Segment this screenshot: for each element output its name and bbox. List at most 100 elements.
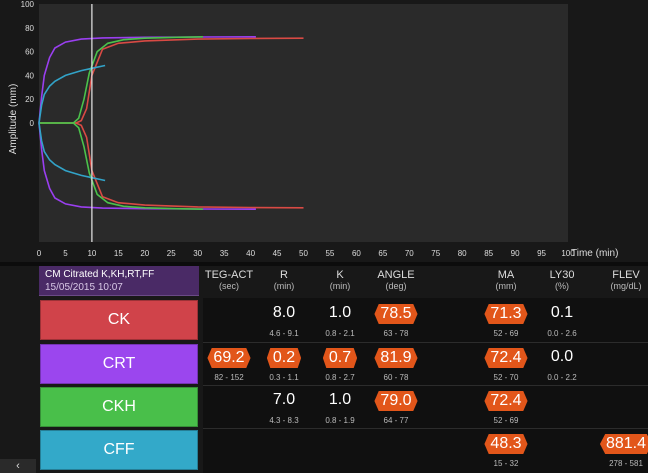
value-cell: 1.0 (328, 391, 352, 408)
flagged-value: 881.4 (599, 434, 648, 454)
reference-range: 0.3 - 1.1 (269, 373, 299, 382)
amplitude-time-chart: 100 80 60 40 20 0 0 5 10 15 20 25 30 35 40 45 50 55 60 65 70… (8, 0, 618, 259)
flagged-value: 69.2 (207, 348, 251, 368)
column-name: ANGLE (377, 269, 415, 281)
sample-row-button-crt[interactable]: CRT (40, 344, 198, 384)
column-name: LY30 (549, 269, 575, 281)
y-axis-label: Amplitude (mm) (8, 84, 19, 155)
value-cell-flagged: 72.4 (476, 391, 536, 411)
reference-range: 0.8 - 2.1 (325, 329, 355, 338)
column-name: R (280, 269, 288, 281)
x-tick-label: 55 (325, 249, 334, 258)
x-tick-label: 35 (220, 249, 229, 258)
x-tick-label: 20 (140, 249, 149, 258)
reference-range: 52 - 69 (493, 416, 519, 425)
value-cell: 7.0 (272, 391, 296, 408)
reference-range: 4.6 - 9.1 (269, 329, 299, 338)
value-cell-flagged: 0.2 (254, 348, 314, 368)
column-header: R (min) (254, 270, 314, 292)
value-cell-flagged: 48.3 (476, 434, 536, 454)
sample-date: 15/05/2015 10:07 (45, 282, 123, 293)
flagged-value: 78.5 (374, 304, 418, 324)
flagged-value: 72.4 (484, 391, 528, 411)
reference-range: 52 - 69 (493, 329, 519, 338)
x-tick-label: 25 (167, 249, 176, 258)
flagged-value: 48.3 (484, 434, 528, 454)
y-tick-label: 100 (21, 0, 35, 9)
column-header: LY30 (%) (532, 270, 592, 292)
sample-row-button-cff[interactable]: CFF (40, 430, 198, 470)
value-cell-flagged: 881.4 (596, 434, 648, 454)
value-cell-flagged: 78.5 (366, 304, 426, 324)
value-cell: 8.0 (272, 304, 296, 321)
reference-range: 64 - 77 (383, 416, 409, 425)
reference-range: 278 - 581 (609, 459, 643, 468)
y-tick-label: 80 (25, 24, 34, 33)
collapse-button[interactable]: ‹ (0, 459, 36, 473)
x-tick-label: 5 (63, 249, 68, 258)
column-name: FLEV (612, 269, 640, 281)
flagged-value: 71.3 (484, 304, 528, 324)
chevron-left-icon: ‹ (16, 460, 20, 472)
column-name: MA (497, 269, 515, 281)
sample-header[interactable]: CM Citrated K,KH,RT,FF 15/05/2015 10:07 (39, 266, 199, 296)
value-cell-flagged: 0.7 (310, 348, 370, 368)
value-cell-flagged: 69.2 (199, 348, 259, 368)
column-unit: (deg) (385, 281, 407, 291)
sample-row-button-ckh[interactable]: CKH (40, 387, 198, 427)
value-cell-flagged: 79.0 (366, 391, 426, 411)
reference-range: 63 - 78 (383, 329, 409, 338)
x-tick-label: 0 (37, 249, 42, 258)
x-tick-label: 80 (458, 249, 467, 258)
reference-range: 52 - 70 (493, 373, 519, 382)
value-cell: 1.0 (328, 304, 352, 321)
reference-range: 0.8 - 2.7 (325, 373, 355, 382)
x-tick-label: 60 (352, 249, 361, 258)
value-cell-flagged: 72.4 (476, 348, 536, 368)
column-unit: (sec) (219, 281, 239, 291)
column-header: FLEV (mg/dL) (596, 270, 648, 292)
flagged-value: 72.4 (484, 348, 528, 368)
row-divider (203, 385, 648, 386)
column-unit: (min) (273, 281, 295, 291)
value-cell: 0.0 (550, 348, 574, 365)
column-name: K (336, 269, 344, 281)
x-tick-label: 40 (246, 249, 255, 258)
row-divider (203, 428, 648, 429)
reference-range: 4.3 - 8.3 (269, 416, 299, 425)
flagged-value: 0.7 (322, 348, 358, 368)
column-unit: (%) (555, 281, 569, 291)
row-divider (203, 342, 648, 343)
flagged-value: 0.2 (266, 348, 302, 368)
x-tick-label: 15 (114, 249, 123, 258)
column-unit: (min) (329, 281, 351, 291)
x-tick-label: 95 (537, 249, 546, 258)
column-header: TEG-ACT (sec) (199, 270, 259, 292)
reference-range: 60 - 78 (383, 373, 409, 382)
y-tick-label: 60 (25, 48, 34, 57)
value-cell: 0.1 (550, 304, 574, 321)
y-tick-label: 20 (25, 95, 34, 104)
value-cell-flagged: 71.3 (476, 304, 536, 324)
x-tick-label: 65 (378, 249, 387, 258)
reference-range: 0.8 - 1.9 (325, 416, 355, 425)
x-tick-label: 75 (431, 249, 440, 258)
x-tick-label: 30 (193, 249, 202, 258)
teg-chart: 100 80 60 40 20 0 0 5 10 15 20 25 30 35 40 45 50 55 60 65 70… (0, 0, 648, 262)
column-name: TEG-ACT (204, 269, 254, 281)
y-tick-label: 0 (30, 119, 35, 128)
x-tick-label: 70 (405, 249, 414, 258)
x-tick-label: 50 (299, 249, 308, 258)
y-tick-label: 40 (25, 71, 34, 80)
flagged-value: 79.0 (374, 391, 418, 411)
x-axis-label: Time (min) (571, 248, 618, 259)
column-header: ANGLE (deg) (366, 270, 426, 292)
reference-range: 0.0 - 2.2 (547, 373, 577, 382)
column-header: K (min) (310, 270, 370, 292)
plot-area (39, 4, 568, 242)
sample-row-button-ck[interactable]: CK (40, 300, 198, 340)
column-unit: (mg/dL) (610, 281, 642, 291)
reference-range: 82 - 152 (214, 373, 244, 382)
column-unit: (mm) (495, 281, 517, 291)
column-header: MA (mm) (476, 270, 536, 292)
